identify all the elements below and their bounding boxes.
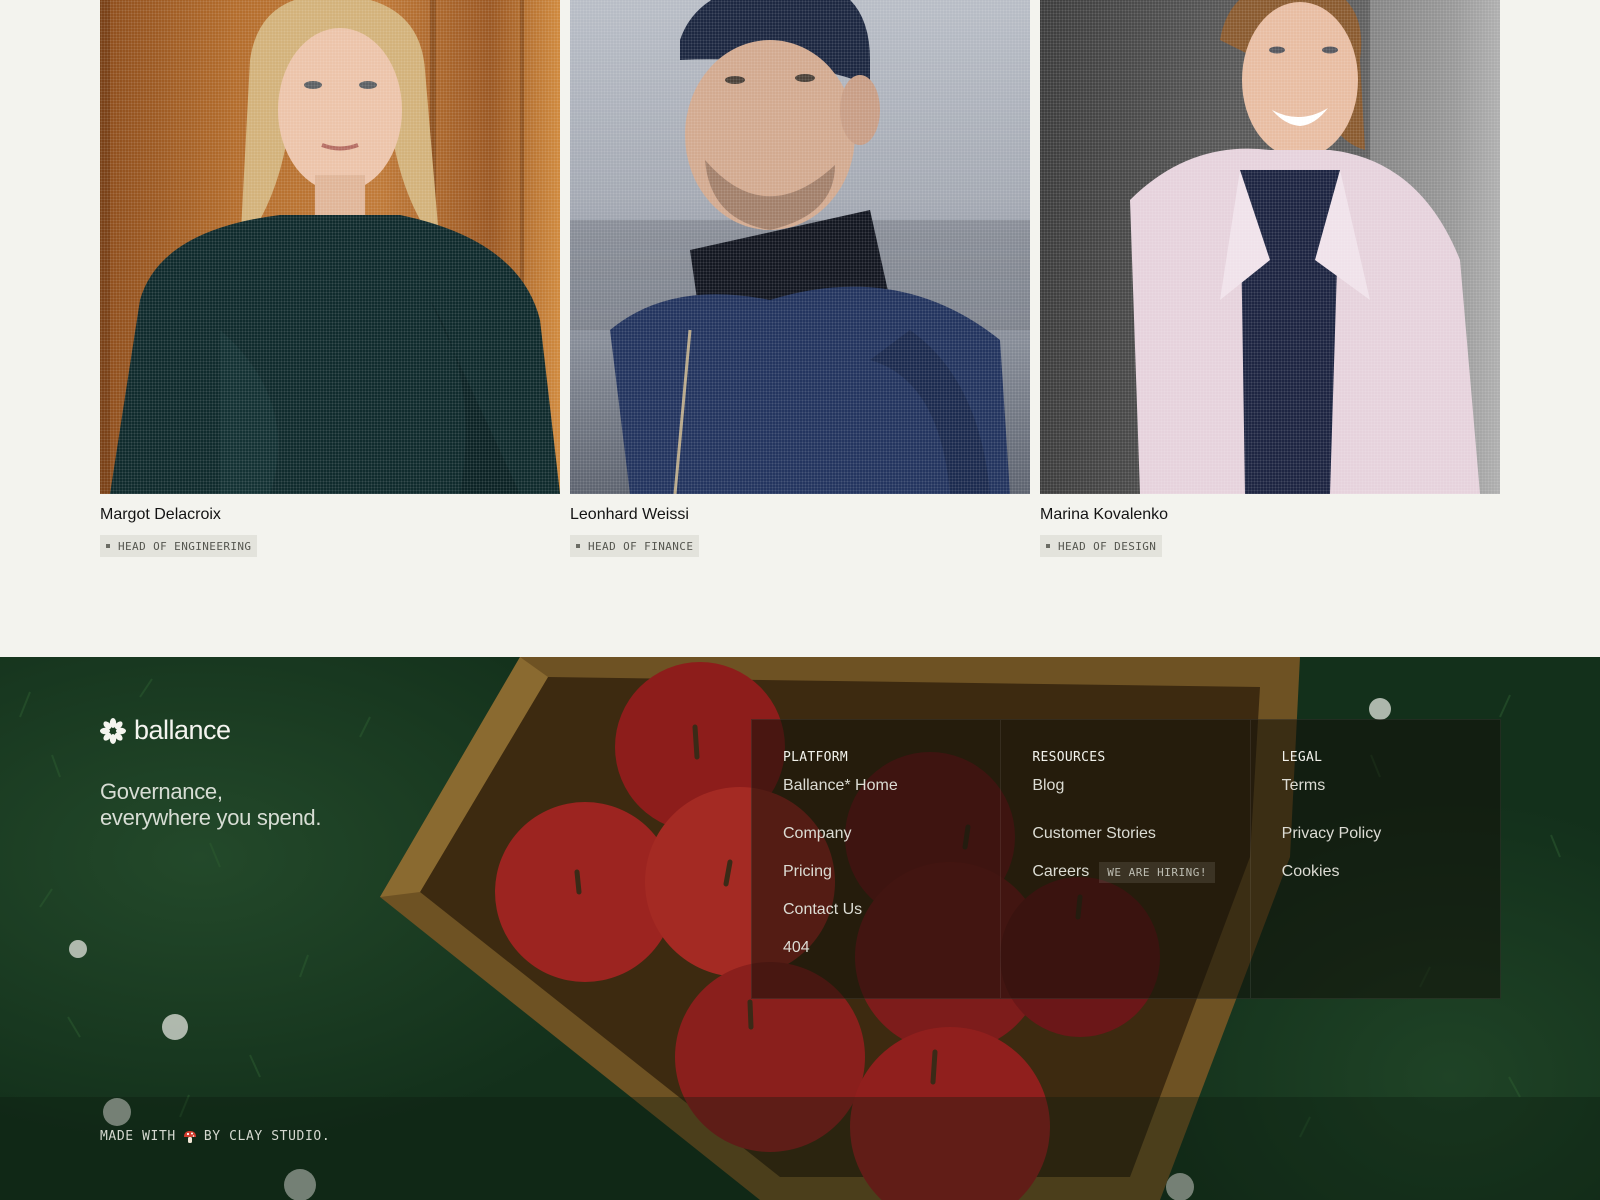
team-photo-marina (1040, 0, 1500, 494)
logo-wordmark: ballance (134, 715, 231, 745)
footer-link-careers[interactable]: Careers WE ARE HIRING! (1032, 853, 1249, 891)
footer-logo[interactable]: ballance (100, 715, 231, 746)
footer-column-legal: LEGAL Terms Privacy Policy Cookies (1251, 720, 1500, 998)
footer-column-resources: RESOURCES Blog Customer Stories Careers … (1001, 720, 1251, 998)
team-card: Marina Kovalenko HEAD OF DESIGN (1040, 0, 1500, 557)
footer-link-404[interactable]: 404 (783, 929, 1000, 967)
member-name: Margot Delacroix (100, 506, 221, 523)
footer-link-customer-stories[interactable]: Customer Stories (1032, 815, 1249, 853)
footer-tagline: Governance, everywhere you spend. (100, 779, 420, 831)
team-photo-leonhard (570, 0, 1030, 494)
careers-label: Careers (1032, 863, 1090, 880)
hiring-badge: WE ARE HIRING! (1099, 861, 1215, 883)
asterisk-flower-icon (100, 717, 126, 744)
member-name: Marina Kovalenko (1040, 506, 1169, 523)
role-tag: HEAD OF ENGINEERING (100, 535, 258, 557)
team-card: Margot Delacroix HEAD OF ENGINEERING (100, 0, 560, 557)
credit-prefix: MADE WITH (100, 1129, 176, 1144)
footer-link-contact[interactable]: Contact Us (783, 891, 1000, 929)
column-title: PLATFORM (783, 750, 849, 765)
footer-link-blog[interactable]: Blog (1032, 777, 1249, 802)
role-label: HEAD OF DESIGN (1058, 539, 1157, 553)
tagline-line: Governance, (100, 779, 223, 804)
column-title: RESOURCES (1032, 750, 1106, 765)
footer-link-terms[interactable]: Terms (1282, 777, 1500, 802)
team-card: Leonhard Weissi HEAD OF FINANCE (570, 0, 1030, 557)
tagline-line: everywhere you spend. (100, 805, 322, 830)
footer-column-platform: PLATFORM Ballance* Home Company Pricing … (752, 720, 1002, 998)
bullet-square-icon (106, 544, 110, 548)
role-tag: HEAD OF FINANCE (570, 535, 700, 557)
footer-link-privacy[interactable]: Privacy Policy (1282, 815, 1500, 853)
team-photo-margot (100, 0, 560, 494)
mushroom-icon (183, 1130, 196, 1143)
role-label: HEAD OF FINANCE (588, 539, 694, 553)
footer-link-company[interactable]: Company (783, 815, 1000, 853)
footer-links-panel: PLATFORM Ballance* Home Company Pricing … (751, 719, 1501, 999)
bullet-square-icon (576, 544, 580, 548)
team-section: Margot Delacroix HEAD OF ENGINEERING Leo… (0, 0, 1600, 657)
role-label: HEAD OF ENGINEERING (118, 539, 252, 553)
footer-link-cookies[interactable]: Cookies (1282, 853, 1500, 891)
footer-link-home[interactable]: Ballance* Home (783, 777, 1000, 802)
site-footer: ballance Governance, everywhere you spen… (0, 657, 1600, 1200)
member-name: Leonhard Weissi (570, 506, 689, 523)
credit-suffix: BY CLAY STUDIO. (203, 1129, 331, 1144)
role-tag: HEAD OF DESIGN (1040, 535, 1163, 557)
made-with-credit[interactable]: MADE WITH BY CLAY STUDIO. (100, 1129, 330, 1144)
column-title: LEGAL (1281, 750, 1323, 765)
bullet-square-icon (1046, 544, 1050, 548)
footer-link-pricing[interactable]: Pricing (783, 853, 1000, 891)
